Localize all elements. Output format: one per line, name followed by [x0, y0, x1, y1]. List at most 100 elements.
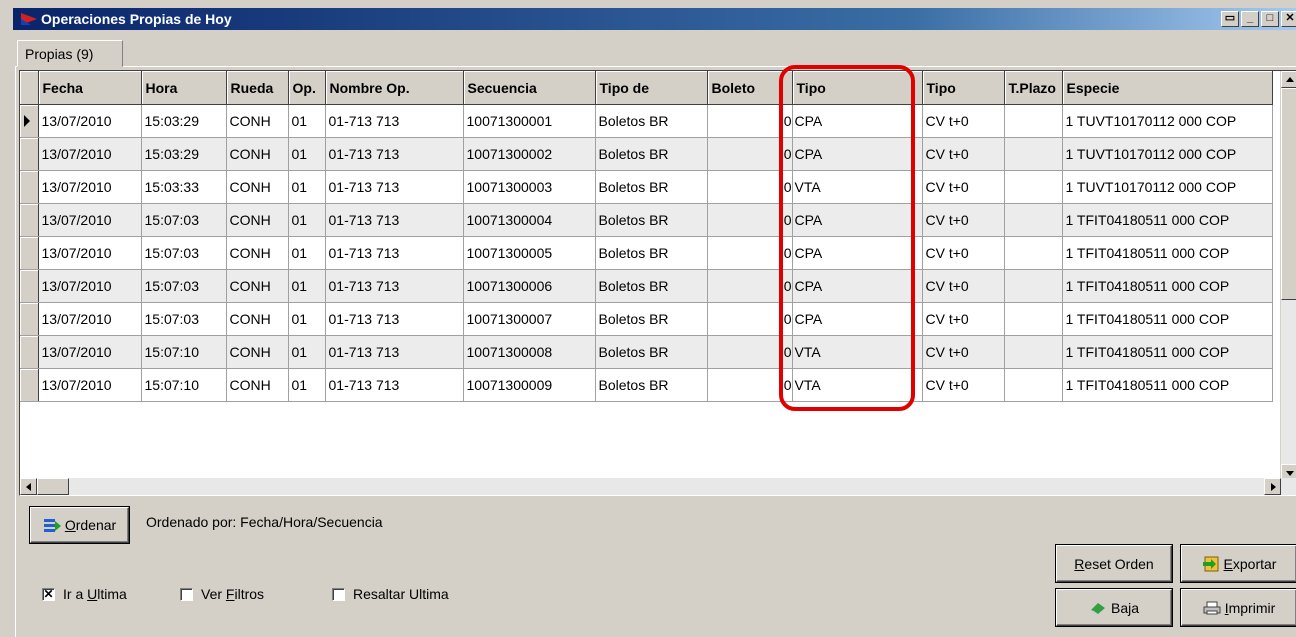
- ordenar-button[interactable]: Ordenar: [30, 507, 129, 543]
- column-header-secuencia[interactable]: Secuencia: [463, 71, 596, 105]
- cell-op[interactable]: 01: [288, 104, 326, 138]
- table-row[interactable]: 13/07/2010 15:03:29 CONH 01 01-713 713 100713…: [20, 137, 1273, 171]
- cell-tipo-liq[interactable]: CV t+0: [922, 203, 1005, 237]
- cell-rueda[interactable]: CONH: [226, 302, 289, 336]
- cell-boleto[interactable]: 0: [707, 302, 793, 336]
- resaltar-ultima-checkbox[interactable]: Resaltar Ultima: [332, 586, 449, 602]
- cell-especie[interactable]: 1 TFIT04180511 000 COP: [1062, 368, 1273, 402]
- cell-especie[interactable]: 1 TFIT04180511 000 COP: [1062, 302, 1273, 336]
- cell-tipo-de[interactable]: Boletos BR: [595, 104, 708, 138]
- table-row[interactable]: 13/07/2010 15:07:03 CONH 01 01-713 713 100713…: [20, 302, 1273, 336]
- cell-secuencia[interactable]: 10071300009: [463, 368, 596, 402]
- cell-boleto[interactable]: 0: [707, 104, 793, 138]
- restore-icon[interactable]: ▭: [1221, 11, 1239, 27]
- scroll-left-button[interactable]: [20, 478, 37, 495]
- cell-rueda[interactable]: CONH: [226, 236, 289, 270]
- column-header-especie[interactable]: Especie: [1062, 71, 1273, 105]
- cell-tipo-de[interactable]: Boletos BR: [595, 137, 708, 171]
- cell-boleto[interactable]: 0: [707, 236, 793, 270]
- cell-hora[interactable]: 15:03:29: [141, 137, 227, 171]
- cell-op[interactable]: 01: [288, 137, 326, 171]
- cell-tipo[interactable]: VTA: [792, 368, 923, 402]
- cell-tipo-liq[interactable]: CV t+0: [922, 368, 1005, 402]
- cell-boleto[interactable]: 0: [707, 203, 793, 237]
- cell-rueda[interactable]: CONH: [226, 170, 289, 204]
- cell-op[interactable]: 01: [288, 236, 326, 270]
- cell-op[interactable]: 01: [288, 269, 326, 303]
- cell-nombre-op[interactable]: 01-713 713: [325, 335, 464, 369]
- cell-hora[interactable]: 15:03:33: [141, 170, 227, 204]
- cell-hora[interactable]: 15:03:29: [141, 104, 227, 138]
- table-row[interactable]: 13/07/2010 15:07:10 CONH 01 01-713 713 100713…: [20, 368, 1273, 402]
- table-row[interactable]: 13/07/2010 15:07:03 CONH 01 01-713 713 100713…: [20, 269, 1273, 303]
- column-header-boleto[interactable]: Boleto: [707, 71, 793, 105]
- row-indicator[interactable]: [20, 368, 39, 402]
- cell-boleto[interactable]: 0: [707, 170, 793, 204]
- cell-tipo[interactable]: CPA: [792, 203, 923, 237]
- ir-ultima-checkbox[interactable]: ✕ Ir a Ultima: [42, 586, 127, 602]
- cell-secuencia[interactable]: 10071300002: [463, 137, 596, 171]
- horizontal-scrollbar[interactable]: [20, 478, 1296, 495]
- row-indicator[interactable]: [20, 104, 39, 138]
- cell-tipo-de[interactable]: Boletos BR: [595, 170, 708, 204]
- cell-hora[interactable]: 15:07:03: [141, 203, 227, 237]
- column-header-t-plazo[interactable]: T.Plazo: [1004, 71, 1063, 105]
- cell-t-plazo[interactable]: [1004, 236, 1063, 270]
- horizontal-scroll-thumb[interactable]: [37, 478, 69, 495]
- row-indicator[interactable]: [20, 302, 39, 336]
- table-row[interactable]: 13/07/2010 15:07:03 CONH 01 01-713 713 100713…: [20, 236, 1273, 270]
- row-indicator[interactable]: [20, 236, 39, 270]
- column-header-rueda[interactable]: Rueda: [226, 71, 289, 105]
- cell-nombre-op[interactable]: 01-713 713: [325, 203, 464, 237]
- ver-filtros-box[interactable]: [180, 587, 193, 601]
- column-header-tipo-liq[interactable]: Tipo: [922, 71, 1005, 105]
- row-indicator[interactable]: [20, 137, 39, 171]
- cell-nombre-op[interactable]: 01-713 713: [325, 137, 464, 171]
- cell-especie[interactable]: 1 TUVT10170112 000 COP: [1062, 104, 1273, 138]
- cell-tipo[interactable]: CPA: [792, 236, 923, 270]
- cell-fecha[interactable]: 13/07/2010: [38, 104, 142, 138]
- cell-rueda[interactable]: CONH: [226, 269, 289, 303]
- cell-tipo[interactable]: CPA: [792, 137, 923, 171]
- cell-boleto[interactable]: 0: [707, 137, 793, 171]
- cell-fecha[interactable]: 13/07/2010: [38, 269, 142, 303]
- cell-rueda[interactable]: CONH: [226, 203, 289, 237]
- cell-nombre-op[interactable]: 01-713 713: [325, 170, 464, 204]
- cell-tipo-de[interactable]: Boletos BR: [595, 236, 708, 270]
- cell-t-plazo[interactable]: [1004, 104, 1063, 138]
- cell-hora[interactable]: 15:07:10: [141, 368, 227, 402]
- cell-secuencia[interactable]: 10071300005: [463, 236, 596, 270]
- column-header-hora[interactable]: Hora: [141, 71, 227, 105]
- imprimir-button[interactable]: Imprimir: [1181, 589, 1296, 626]
- cell-tipo-liq[interactable]: CV t+0: [922, 236, 1005, 270]
- cell-hora[interactable]: 15:07:10: [141, 335, 227, 369]
- cell-especie[interactable]: 1 TFIT04180511 000 COP: [1062, 269, 1273, 303]
- cell-nombre-op[interactable]: 01-713 713: [325, 368, 464, 402]
- cell-especie[interactable]: 1 TUVT10170112 000 COP: [1062, 137, 1273, 171]
- cell-rueda[interactable]: CONH: [226, 137, 289, 171]
- cell-tipo[interactable]: CPA: [792, 302, 923, 336]
- row-indicator[interactable]: [20, 203, 39, 237]
- resaltar-ultima-box[interactable]: [332, 587, 345, 601]
- cell-tipo-de[interactable]: Boletos BR: [595, 368, 708, 402]
- cell-tipo-de[interactable]: Boletos BR: [595, 335, 708, 369]
- cell-t-plazo[interactable]: [1004, 269, 1063, 303]
- cell-tipo-liq[interactable]: CV t+0: [922, 170, 1005, 204]
- tab-propias[interactable]: Propias (9): [17, 40, 123, 67]
- cell-op[interactable]: 01: [288, 368, 326, 402]
- column-header-tipo-de[interactable]: Tipo de: [595, 71, 708, 105]
- cell-t-plazo[interactable]: [1004, 368, 1063, 402]
- cell-hora[interactable]: 15:07:03: [141, 269, 227, 303]
- cell-especie[interactable]: 1 TFIT04180511 000 COP: [1062, 203, 1273, 237]
- table-row[interactable]: 13/07/2010 15:07:10 CONH 01 01-713 713 100713…: [20, 335, 1273, 369]
- cell-fecha[interactable]: 13/07/2010: [38, 137, 142, 171]
- cell-especie[interactable]: 1 TUVT10170112 000 COP: [1062, 170, 1273, 204]
- baja-button[interactable]: Baja: [1056, 589, 1172, 626]
- reset-orden-button[interactable]: Reset Orden: [1056, 545, 1172, 582]
- cell-boleto[interactable]: 0: [707, 335, 793, 369]
- cell-tipo-liq[interactable]: CV t+0: [922, 137, 1005, 171]
- cell-nombre-op[interactable]: 01-713 713: [325, 302, 464, 336]
- cell-fecha[interactable]: 13/07/2010: [38, 302, 142, 336]
- cell-op[interactable]: 01: [288, 335, 326, 369]
- cell-rueda[interactable]: CONH: [226, 368, 289, 402]
